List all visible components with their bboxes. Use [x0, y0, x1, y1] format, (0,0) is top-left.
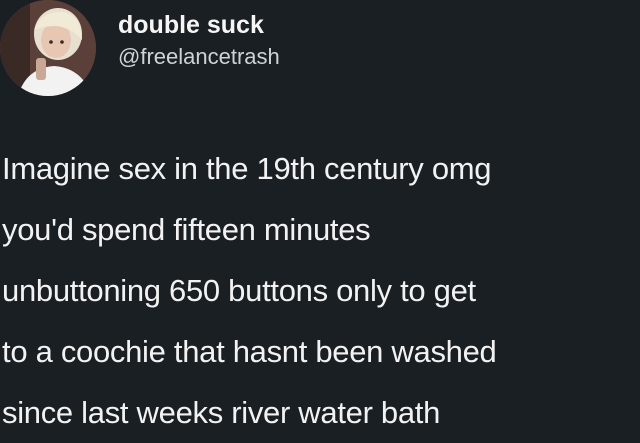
- tweet-text-line: unbuttoning 650 buttons only to get: [2, 273, 476, 308]
- profile-photo-icon: [0, 0, 96, 96]
- tweet-card: double suck @freelancetrash Imagine sex …: [0, 0, 640, 430]
- display-name[interactable]: double suck: [118, 8, 280, 42]
- tweet-text-line: Imagine sex in the 19th century omg: [2, 151, 492, 186]
- author-names: double suck @freelancetrash: [118, 8, 280, 72]
- avatar[interactable]: [0, 0, 96, 96]
- tweet-text-line: to a coochie that hasnt been washed: [2, 334, 497, 369]
- user-handle[interactable]: @freelancetrash: [118, 42, 280, 72]
- tweet-header: double suck @freelancetrash: [0, 0, 640, 110]
- tweet-text: Imagine sex in the 19th century omg you'…: [2, 138, 638, 443]
- tweet-text-line: since last weeks river water bath: [2, 395, 441, 430]
- tweet-text-line: you'd spend fifteen minutes: [2, 212, 371, 247]
